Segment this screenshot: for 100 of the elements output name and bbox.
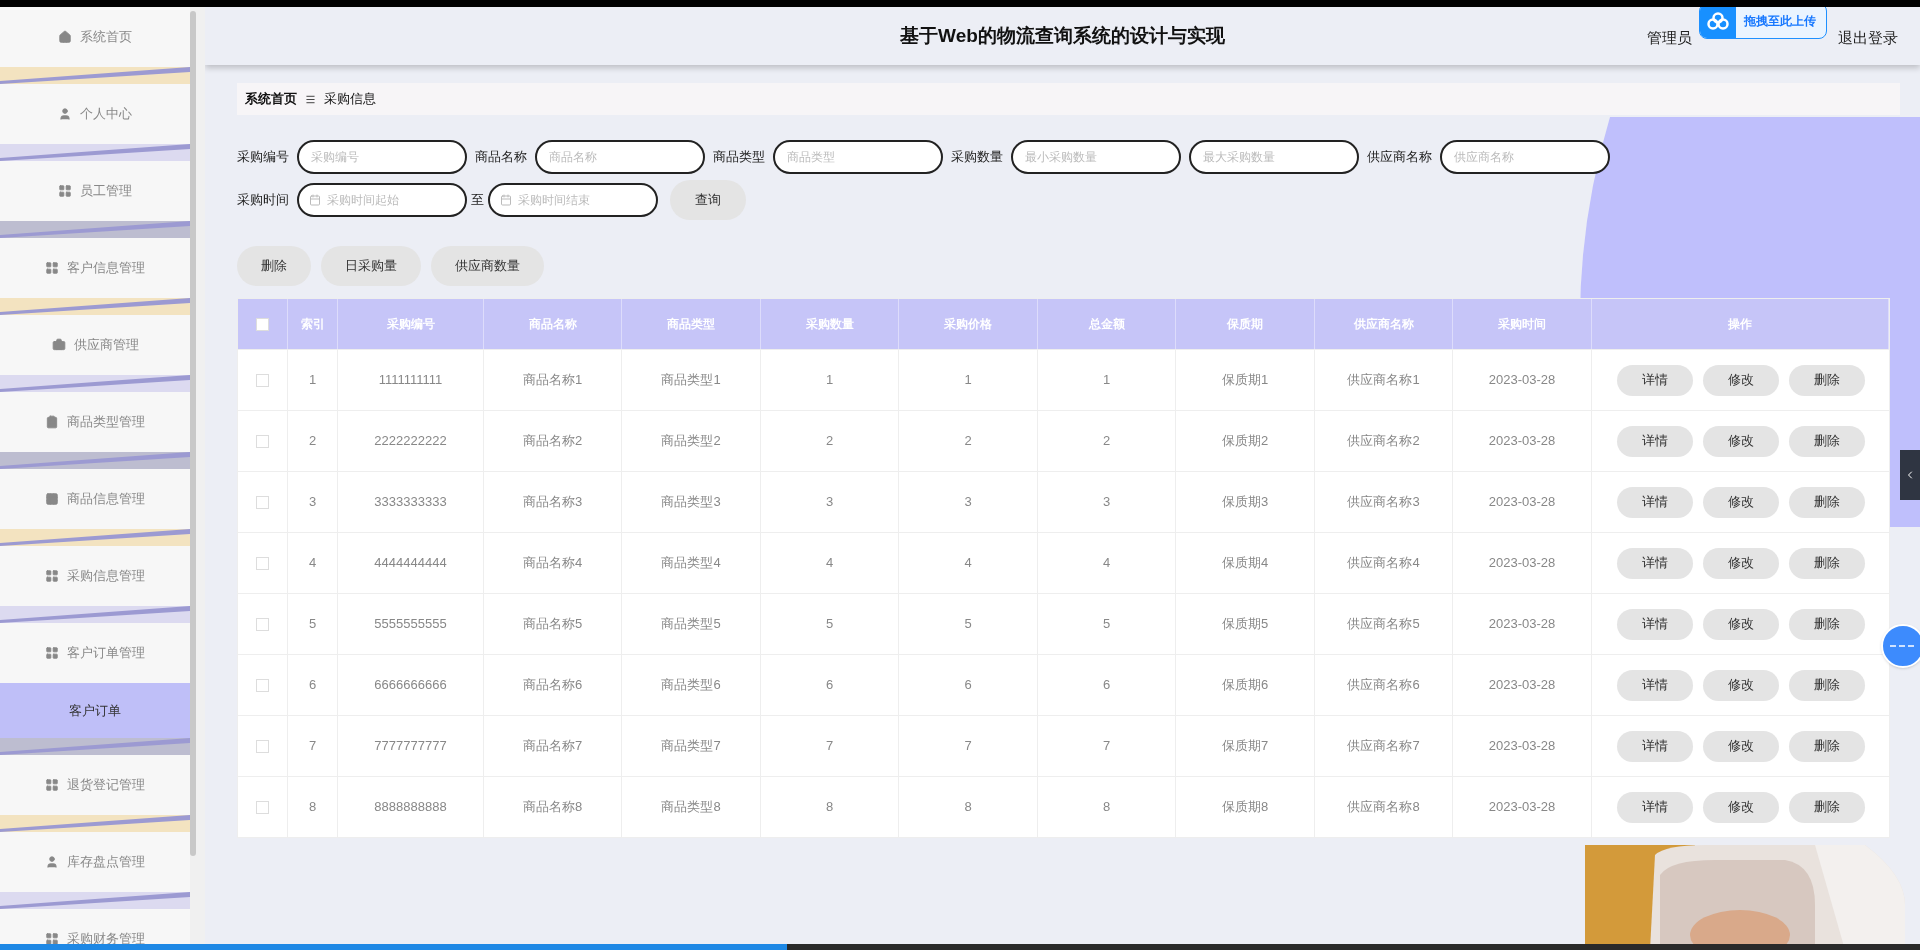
action-button[interactable]: 供应商数量	[431, 246, 544, 286]
logout-link[interactable]: 退出登录	[1838, 27, 1898, 50]
table-cell-text: 保质期7	[1221, 737, 1269, 756]
checkbox[interactable]	[256, 434, 269, 448]
sidebar-item[interactable]: 采购信息管理	[0, 546, 190, 606]
sidebar-item[interactable]: 供应商管理	[0, 315, 190, 375]
table-cell-text: 8888888888	[374, 798, 447, 817]
table-cell-text: 商品类型4	[661, 554, 721, 573]
row-action-button[interactable]: 删除	[1788, 547, 1865, 579]
table-cell-text: 1	[308, 371, 317, 390]
table-cell-text: 2023-03-28	[1488, 676, 1556, 695]
table-cell-text: 2222222222	[374, 432, 447, 451]
table-cell-text: 2023-03-28	[1488, 737, 1556, 756]
row-action-button[interactable]: 删除	[1788, 730, 1865, 762]
sidebar-item[interactable]: 退货登记管理	[0, 755, 190, 815]
input-field[interactable]: 采购编号	[297, 140, 467, 174]
filter-label: 采购数量	[951, 148, 1003, 167]
side-tab[interactable]	[1900, 450, 1920, 500]
checkbox[interactable]	[256, 317, 269, 331]
row-action-button[interactable]: 详情	[1616, 547, 1693, 579]
breadcrumb-link[interactable]: 系统首页	[245, 89, 297, 109]
column-header: 供应商名称	[1353, 316, 1414, 333]
sidebar-item[interactable]: 客户信息管理	[0, 238, 190, 298]
table-cell-text: 4444444444	[374, 554, 447, 573]
table-cell-text: 商品类型6	[661, 676, 721, 695]
input-field[interactable]: 商品名称	[535, 140, 705, 174]
user-icon	[45, 855, 59, 869]
table-cell-text: 8	[308, 798, 317, 817]
table-cell-text: 供应商名称1	[1347, 371, 1420, 390]
table-cell-text: 8	[825, 798, 834, 817]
briefcase-icon	[51, 338, 66, 352]
table-cell-text: 8	[1102, 798, 1111, 817]
sidebar-item[interactable]: 客户订单管理	[0, 623, 190, 683]
scrollbar[interactable]	[190, 11, 196, 856]
sidebar-item[interactable]: 员工管理	[0, 161, 190, 221]
table-cell-text: 2023-03-28	[1488, 615, 1556, 634]
row-action-button[interactable]: 详情	[1616, 791, 1693, 823]
sidebar-subitem[interactable]: 客户订单	[0, 683, 190, 738]
row-action-button[interactable]: 修改	[1702, 669, 1779, 701]
sidebar-item[interactable]: 系统首页	[0, 7, 190, 67]
table-cell-text: 商品类型8	[661, 798, 721, 817]
input-field[interactable]: 最小采购数量	[1011, 140, 1181, 174]
input-field[interactable]: 采购时间起始	[297, 183, 467, 217]
row-action-button[interactable]: 修改	[1702, 364, 1779, 396]
row-action-button[interactable]: 删除	[1788, 608, 1865, 640]
row-action-button[interactable]: 删除	[1788, 669, 1865, 701]
table-cell-text: 2	[1102, 432, 1111, 451]
checkbox[interactable]	[256, 617, 269, 631]
action-button[interactable]: 日采购量	[321, 246, 421, 286]
sidebar-item[interactable]: 商品信息管理	[0, 469, 190, 529]
input-field[interactable]: 采购时间结束	[488, 183, 658, 217]
table-cell-text: 商品名称6	[522, 676, 583, 695]
action-button[interactable]: 删除	[237, 246, 311, 286]
checkbox[interactable]	[256, 678, 269, 692]
table-cell-text: 2	[308, 432, 317, 451]
row-action-button[interactable]: 修改	[1702, 486, 1779, 518]
progress-bar[interactable]	[0, 944, 1920, 950]
search-button[interactable]: 查询	[670, 180, 746, 220]
grid-icon	[45, 569, 59, 583]
float-button[interactable]	[1881, 624, 1920, 668]
row-action-button[interactable]: 详情	[1616, 608, 1693, 640]
table-cell-text: 3	[964, 493, 972, 512]
table-cell-text: 保质期5	[1221, 615, 1269, 634]
checkbox[interactable]	[256, 556, 269, 570]
row-action-button[interactable]: 删除	[1788, 791, 1865, 823]
column-header: 采购数量	[805, 316, 854, 333]
row-action-button[interactable]: 删除	[1788, 425, 1865, 457]
upload-widget[interactable]: 拖拽至此上传	[1699, 7, 1827, 39]
row-action-button[interactable]: 详情	[1616, 669, 1693, 701]
column-header: 保质期	[1227, 316, 1263, 333]
input-field[interactable]: 供应商名称	[1440, 140, 1610, 174]
filter-label: 商品名称	[475, 148, 527, 167]
row-action-button[interactable]: 删除	[1788, 364, 1865, 396]
row-action-button[interactable]: 详情	[1616, 364, 1693, 396]
row-action-button[interactable]: 详情	[1616, 425, 1693, 457]
row-action-button[interactable]: 删除	[1788, 486, 1865, 518]
table-cell-text: 7	[964, 737, 972, 756]
table-cell-text: 3333333333	[374, 493, 447, 512]
checkbox[interactable]	[256, 495, 269, 509]
range-separator: 至	[471, 191, 484, 210]
table-cell-text: 保质期4	[1221, 554, 1269, 573]
row-action-button[interactable]: 修改	[1702, 547, 1779, 579]
row-action-button[interactable]: 修改	[1702, 608, 1779, 640]
row-action-button[interactable]: 详情	[1616, 486, 1693, 518]
table-cell-text: 2023-03-28	[1488, 493, 1556, 512]
row-action-button[interactable]: 修改	[1702, 791, 1779, 823]
row-action-button[interactable]: 修改	[1702, 425, 1779, 457]
table-cell-text: 商品类型2	[661, 432, 721, 451]
sidebar-item[interactable]: 库存盘点管理	[0, 832, 190, 892]
input-field[interactable]: 商品类型	[773, 140, 943, 174]
table-cell-text: 7	[825, 737, 834, 756]
home-icon	[58, 30, 72, 44]
checkbox[interactable]	[256, 739, 269, 753]
checkbox[interactable]	[256, 373, 269, 387]
table-cell-text: 6	[825, 676, 834, 695]
row-action-button[interactable]: 详情	[1616, 730, 1693, 762]
sidebar-item[interactable]: 商品类型管理	[0, 392, 190, 452]
input-field[interactable]: 最大采购数量	[1189, 140, 1359, 174]
row-action-button[interactable]: 修改	[1702, 730, 1779, 762]
checkbox[interactable]	[256, 800, 269, 814]
